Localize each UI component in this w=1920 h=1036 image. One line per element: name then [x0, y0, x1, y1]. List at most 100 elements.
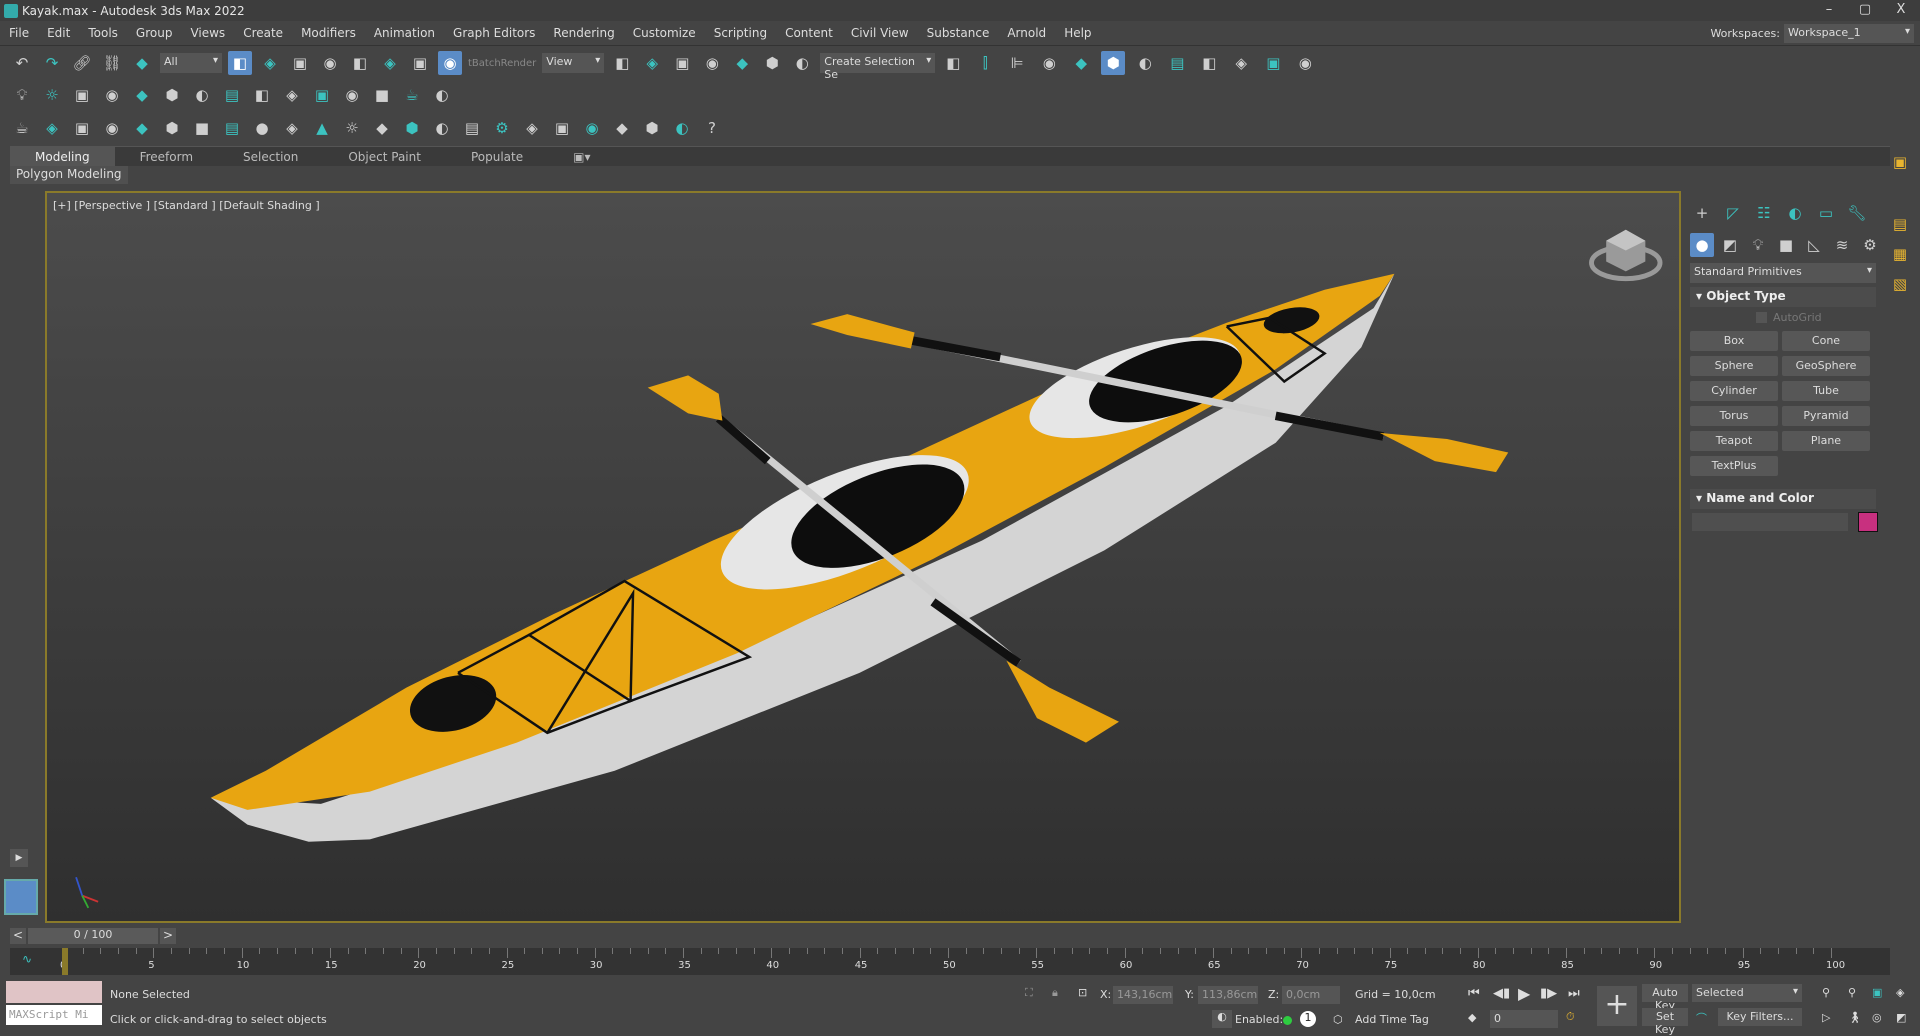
hierarchy-panel-tab-icon[interactable]: ☷: [1752, 201, 1776, 225]
keyboard-shortcut-override-icon[interactable]: ▣: [670, 51, 694, 75]
tab-selection[interactable]: Selection: [218, 147, 323, 167]
bind-space-warp-icon[interactable]: ◆: [130, 51, 154, 75]
bulb-icon[interactable]: ◐: [430, 83, 454, 107]
box-icon[interactable]: ■: [370, 83, 394, 107]
time-slider[interactable]: < 0 / 100 >: [10, 926, 1890, 946]
key-mode-dropdown[interactable]: Selected: [1692, 984, 1802, 1002]
monitor-icon[interactable]: ◧: [250, 83, 274, 107]
named-selection-dropdown[interactable]: Create Selection Se: [820, 53, 936, 81]
angle-snap-icon[interactable]: ◆: [730, 51, 754, 75]
help-icon[interactable]: ?: [700, 116, 724, 140]
tab-modeling[interactable]: Modeling: [10, 146, 115, 167]
bottle-icon[interactable]: ◐: [670, 116, 694, 140]
set-key-button[interactable]: Set Key: [1642, 1008, 1688, 1036]
name-and-color-rollout-header[interactable]: ▾ Name and Color: [1690, 489, 1876, 509]
track-bar[interactable]: ∿ 05101520253035404550556065707580859095…: [10, 948, 1890, 975]
render-settings-icon[interactable]: ▣: [1888, 150, 1912, 174]
sun-icon[interactable]: ☼: [40, 83, 64, 107]
menu-scripting[interactable]: Scripting: [705, 26, 776, 40]
create-cone-button[interactable]: Cone: [1782, 331, 1870, 351]
purple-node-icon[interactable]: ◆: [610, 116, 634, 140]
select-scale-icon[interactable]: ▣: [408, 51, 432, 75]
viewport-label[interactable]: [+] [Perspective ] [Standard ] [Default …: [53, 199, 320, 212]
checker-icon[interactable]: ⬢: [400, 116, 424, 140]
pine-icon[interactable]: ⬢: [160, 83, 184, 107]
rendered-frame-window-icon[interactable]: ▣: [1261, 51, 1285, 75]
create-sphere-button[interactable]: Sphere: [1690, 356, 1778, 376]
menu-animation[interactable]: Animation: [365, 26, 444, 40]
time-tag-counter-icon[interactable]: 1: [1300, 1011, 1316, 1027]
material-editor-icon[interactable]: ◧: [1197, 51, 1221, 75]
perspective-viewport[interactable]: [+] [Perspective ] [Standard ] [Default …: [45, 191, 1681, 923]
motion-panel-tab-icon[interactable]: ◐: [1783, 201, 1807, 225]
shapes-category-icon[interactable]: ◩: [1718, 233, 1742, 257]
zoom-icon[interactable]: ⚲: [1822, 986, 1830, 999]
toggle-layer-explorer-icon[interactable]: ◆: [1069, 51, 1093, 75]
egg-icon[interactable]: ◆: [370, 116, 394, 140]
teapot-icon[interactable]: ☕︎: [400, 83, 424, 107]
x-coordinate-field[interactable]: 143,16cm: [1113, 986, 1173, 1004]
mirror-icon[interactable]: ⫿: [973, 51, 997, 75]
go-to-end-icon[interactable]: ⏭: [1568, 986, 1580, 1001]
ring-icon[interactable]: ▤: [220, 83, 244, 107]
render-production-icon[interactable]: ◉: [1293, 51, 1317, 75]
previous-frame-icon[interactable]: ◀▮: [1493, 986, 1510, 1001]
lamp-icon[interactable]: ◐: [190, 83, 214, 107]
select-place-icon[interactable]: ◉: [438, 51, 462, 75]
object-name-input[interactable]: [1692, 513, 1848, 531]
capsule-icon[interactable]: ◐: [430, 116, 454, 140]
ribbon-options-icon[interactable]: ▣▾: [548, 147, 615, 167]
redo-icon[interactable]: ↷: [40, 51, 64, 75]
atom-icon[interactable]: ▤: [460, 116, 484, 140]
maximize-button[interactable]: ▢: [1850, 2, 1880, 17]
use-pivot-center-icon[interactable]: ◧: [610, 51, 634, 75]
toggle-ribbon-icon[interactable]: ⬢: [1101, 51, 1126, 75]
frame-icon[interactable]: ◈: [280, 83, 304, 107]
cameras-category-icon[interactable]: ■: [1774, 233, 1798, 257]
create-torus-button[interactable]: Torus: [1690, 406, 1778, 426]
menu-help[interactable]: Help: [1055, 26, 1100, 40]
play-icon[interactable]: ▶: [1518, 984, 1530, 1003]
link-icon[interactable]: 🔗︎: [70, 51, 94, 75]
menu-edit[interactable]: Edit: [38, 26, 79, 40]
select-object-icon[interactable]: ◧: [228, 51, 252, 75]
auto-key-button[interactable]: Auto Key: [1642, 984, 1688, 1012]
create-textplus-button[interactable]: TextPlus: [1690, 456, 1778, 476]
expand-viewport-layout-button[interactable]: ▶: [10, 849, 28, 867]
blue-red-icon[interactable]: ⬢: [640, 116, 664, 140]
tab-populate[interactable]: Populate: [446, 147, 548, 167]
go-to-start-icon[interactable]: ⏮: [1468, 986, 1480, 1001]
menu-substance[interactable]: Substance: [918, 26, 999, 40]
orbit-icon[interactable]: ◎: [1872, 1011, 1882, 1024]
tab-object-paint[interactable]: Object Paint: [323, 147, 446, 167]
time-configuration-icon[interactable]: ⏱: [1566, 1010, 1575, 1024]
object-type-rollout-header[interactable]: ▾ Object Type: [1690, 287, 1876, 307]
toggle-scene-explorer-icon[interactable]: ◉: [1037, 51, 1061, 75]
add-time-tag-button[interactable]: Add Time Tag: [1355, 1013, 1429, 1026]
sphere-icon[interactable]: ●: [250, 116, 274, 140]
selection-lock-icon[interactable]: 🔒︎: [1052, 986, 1058, 1000]
menu-content[interactable]: Content: [776, 26, 842, 40]
create-pyramid-button[interactable]: Pyramid: [1782, 406, 1870, 426]
walk-through-icon[interactable]: 🚶︎: [1848, 1011, 1862, 1024]
maximize-viewport-icon[interactable]: ◩: [1896, 1011, 1906, 1024]
batch-render-label[interactable]: tBatchRender: [468, 58, 536, 69]
space-warps-category-icon[interactable]: ≋: [1830, 233, 1854, 257]
helpers-category-icon[interactable]: ◺: [1802, 233, 1826, 257]
percent-snap-icon[interactable]: ⬢: [760, 51, 784, 75]
menu-views[interactable]: Views: [181, 26, 234, 40]
gear-mat-icon[interactable]: ◆: [130, 116, 154, 140]
menu-customize[interactable]: Customize: [624, 26, 705, 40]
object-color-swatch[interactable]: [1858, 512, 1878, 532]
prev-frame-button[interactable]: <: [10, 928, 26, 944]
adaptive-degradation-icon[interactable]: ◐: [1212, 1010, 1232, 1028]
workspaces-dropdown[interactable]: Workspace_1: [1784, 24, 1914, 43]
menu-create[interactable]: Create: [234, 26, 292, 40]
layer-explorer-icon[interactable]: ▦: [1888, 242, 1912, 266]
window-crossing-icon[interactable]: ◉: [318, 51, 342, 75]
menu-tools[interactable]: Tools: [79, 26, 127, 40]
current-frame-marker[interactable]: [62, 948, 68, 975]
window-icon[interactable]: ▣: [310, 83, 334, 107]
z-coordinate-field[interactable]: 0,0cm: [1282, 986, 1340, 1004]
light-bulb-icon[interactable]: ◉: [100, 116, 124, 140]
